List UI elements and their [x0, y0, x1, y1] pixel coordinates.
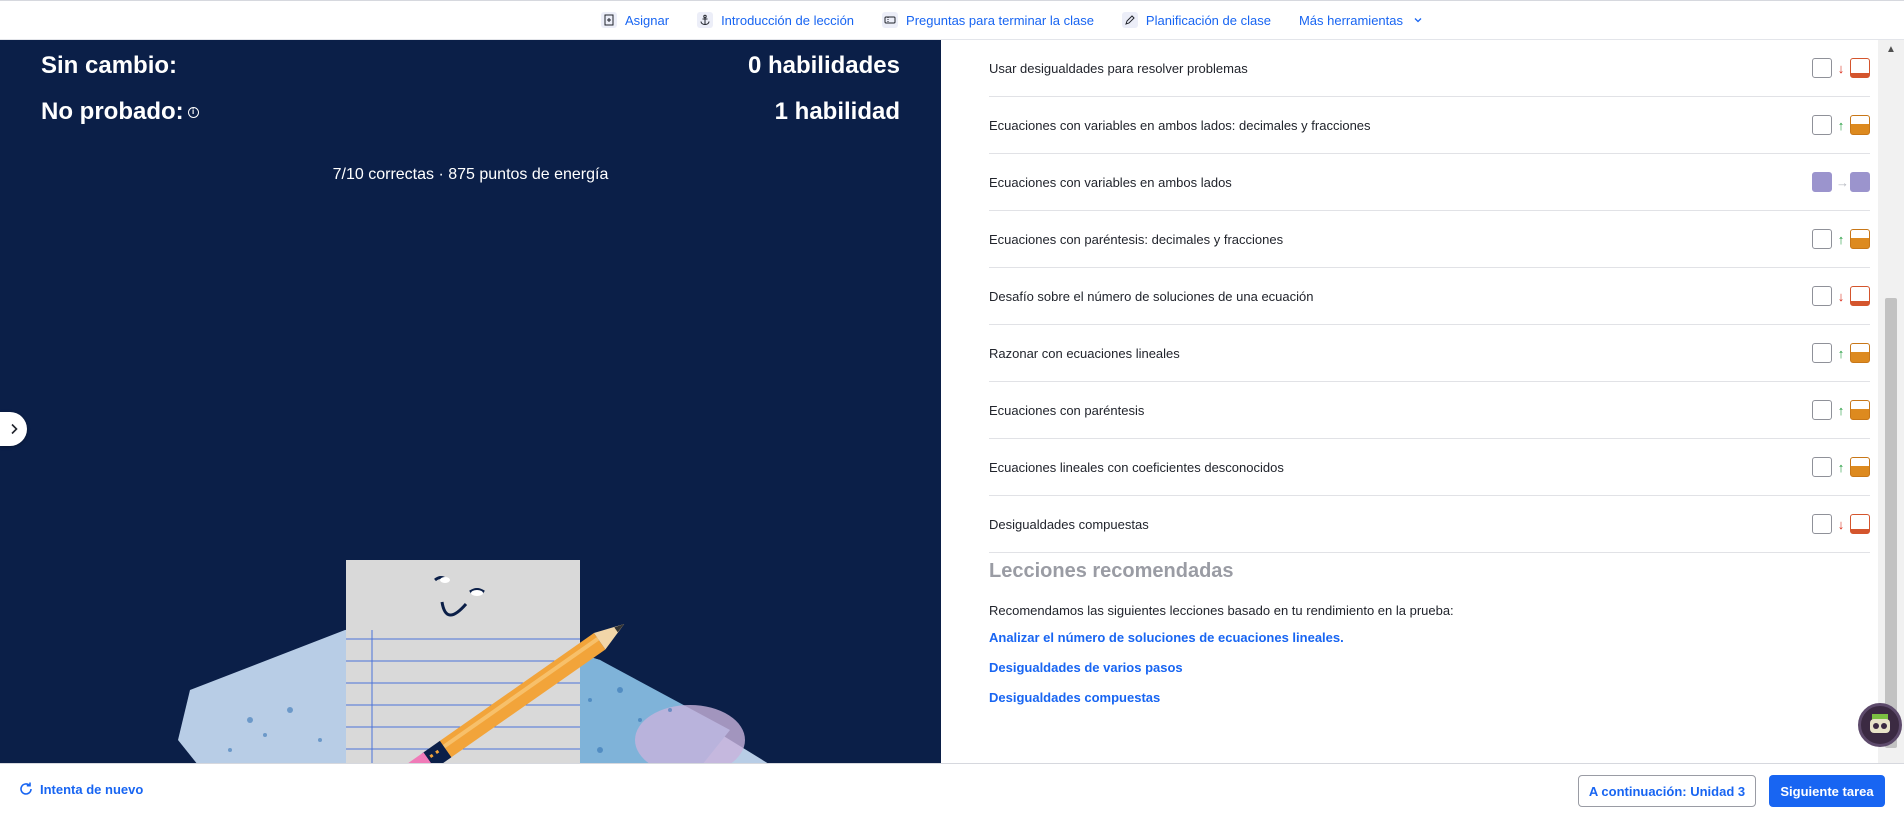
- more-tools-label: Más herramientas: [1298, 12, 1403, 28]
- skill-row: Desigualdades compuestas ↓: [989, 496, 1870, 553]
- before-level-box: [1812, 514, 1832, 534]
- skill-name: Ecuaciones con variables en ambos lados: [989, 174, 1232, 190]
- anchor-icon: [697, 12, 714, 28]
- before-level-box: [1812, 229, 1832, 249]
- assign-label: Asignar: [624, 12, 670, 28]
- before-level-box: [1812, 58, 1832, 78]
- skill-name: Desigualdades compuestas: [989, 516, 1149, 532]
- recommended-link[interactable]: Desigualdades de varios pasos: [989, 660, 1183, 675]
- robot-avatar-icon: [1870, 714, 1890, 733]
- skill-progress: ↑: [1812, 400, 1870, 420]
- after-level-box: [1850, 343, 1870, 363]
- lesson-plan-label: Planificación de clase: [1145, 12, 1271, 28]
- assign-button[interactable]: Asignar: [600, 12, 670, 28]
- before-level-box: [1812, 343, 1832, 363]
- skill-name: Ecuaciones lineales con coeficientes des…: [989, 459, 1284, 475]
- skill-name: Desafío sobre el número de soluciones de…: [989, 288, 1314, 304]
- scroll-thumb[interactable]: [1885, 298, 1897, 748]
- skill-progress: ↓: [1812, 58, 1870, 78]
- paper-pencil-illustration: [178, 560, 768, 763]
- more-tools-dropdown[interactable]: Más herramientas: [1299, 13, 1423, 28]
- skill-row: Razonar con ecuaciones lineales ↑: [989, 325, 1870, 382]
- recommended-link[interactable]: Desigualdades compuestas: [989, 690, 1160, 705]
- arrow-up-icon: ↑: [1837, 231, 1845, 247]
- skill-progress: →: [1812, 172, 1870, 192]
- not-tested-row: No probado: i 1 habilidad: [41, 98, 900, 126]
- arrow-up-icon: ↑: [1837, 345, 1845, 361]
- scroll-up-icon[interactable]: ▲: [1886, 44, 1896, 55]
- skills-panel: Usar desigualdades para resolver problem…: [941, 40, 1878, 763]
- skill-name: Ecuaciones con paréntesis: [989, 402, 1145, 418]
- skill-name: Usar desigualdades para resolver problem…: [989, 60, 1248, 76]
- skill-row: Ecuaciones con variables en ambos lados:…: [989, 97, 1870, 154]
- after-level-box: [1850, 514, 1870, 534]
- arrow-down-icon: ↓: [1837, 60, 1845, 76]
- lesson-intro-button[interactable]: Introducción de lección: [697, 12, 854, 28]
- retry-button[interactable]: Intenta de nuevo: [18, 781, 143, 797]
- pencil-icon: [1121, 12, 1138, 28]
- skill-name: Ecuaciones con variables en ambos lados:…: [989, 117, 1371, 133]
- after-level-box: [1850, 400, 1870, 420]
- bottom-bar: Intenta de nuevo A continuación: Unidad …: [0, 763, 1904, 815]
- skill-progress: ↓: [1812, 514, 1870, 534]
- after-level-box: [1850, 58, 1870, 78]
- recommended-title: Lecciones recomendadas: [989, 560, 1234, 582]
- after-level-box: [1850, 229, 1870, 249]
- next-unit-button[interactable]: A continuación: Unidad 3: [1578, 775, 1756, 807]
- top-toolbar: Asignar Introducción de lección Pregunta…: [0, 0, 1904, 40]
- skill-progress: ↑: [1812, 115, 1870, 135]
- before-level-box: [1812, 286, 1832, 306]
- skill-name: Ecuaciones con paréntesis: decimales y f…: [989, 231, 1284, 247]
- skill-row: Desafío sobre el número de soluciones de…: [989, 268, 1870, 325]
- ticket-icon: [882, 12, 899, 28]
- recommended-description: Recomendamos las siguientes lecciones ba…: [989, 603, 1454, 618]
- assign-icon: [600, 12, 617, 28]
- skill-row: Ecuaciones lineales con coeficientes des…: [989, 439, 1870, 496]
- skill-row: Ecuaciones con variables en ambos lados →: [989, 154, 1870, 211]
- skill-progress: ↓: [1812, 286, 1870, 306]
- arrow-right-icon: →: [1836, 174, 1849, 190]
- score-summary: 7/10 correctas · 875 puntos de energía: [332, 166, 609, 183]
- retry-label: Intenta de nuevo: [40, 781, 144, 797]
- lesson-plan-button[interactable]: Planificación de clase: [1121, 12, 1271, 28]
- exit-questions-button[interactable]: Preguntas para terminar la clase: [882, 12, 1094, 28]
- before-level-box: [1812, 172, 1832, 192]
- chevron-down-icon: [1414, 18, 1422, 23]
- avatar[interactable]: [1858, 703, 1902, 747]
- not-tested-label: No probado:: [41, 98, 184, 125]
- refresh-icon: [20, 782, 32, 795]
- results-panel: Sin cambio: 0 habilidades No probado: i 1…: [0, 40, 941, 763]
- no-change-row: Sin cambio: 0 habilidades: [41, 52, 900, 80]
- arrow-down-icon: ↓: [1837, 516, 1845, 532]
- arrow-down-icon: ↓: [1837, 288, 1845, 304]
- after-level-box: [1850, 286, 1870, 306]
- after-level-box: [1850, 457, 1870, 477]
- lesson-intro-label: Introducción de lección: [721, 12, 855, 28]
- before-level-box: [1812, 400, 1832, 420]
- skill-row: Ecuaciones con paréntesis ↑: [989, 382, 1870, 439]
- exit-questions-label: Preguntas para terminar la clase: [906, 12, 1094, 28]
- info-icon[interactable]: i: [187, 107, 199, 119]
- skill-progress: ↑: [1812, 457, 1870, 477]
- arrow-up-icon: ↑: [1837, 402, 1845, 418]
- no-change-label: Sin cambio:: [41, 52, 178, 79]
- recommended-link[interactable]: Analizar el número de soluciones de ecua…: [989, 630, 1344, 645]
- before-level-box: [1812, 115, 1832, 135]
- skill-row: Ecuaciones con paréntesis: decimales y f…: [989, 211, 1870, 268]
- arrow-up-icon: ↑: [1837, 459, 1845, 475]
- after-level-box: [1850, 115, 1870, 135]
- arrow-up-icon: ↑: [1837, 117, 1845, 133]
- skill-progress: ↑: [1812, 343, 1870, 363]
- skill-name: Razonar con ecuaciones lineales: [989, 345, 1180, 361]
- after-level-box: [1850, 172, 1870, 192]
- not-tested-value: 1 habilidad: [774, 98, 900, 125]
- next-task-button[interactable]: Siguiente tarea: [1769, 775, 1885, 807]
- skill-row: Usar desigualdades para resolver problem…: [989, 40, 1870, 97]
- before-level-box: [1812, 457, 1832, 477]
- chevron-right-icon: [10, 423, 18, 435]
- no-change-value: 0 habilidades: [747, 52, 900, 79]
- scrollbar[interactable]: ▲: [1878, 40, 1904, 763]
- skill-progress: ↑: [1812, 229, 1870, 249]
